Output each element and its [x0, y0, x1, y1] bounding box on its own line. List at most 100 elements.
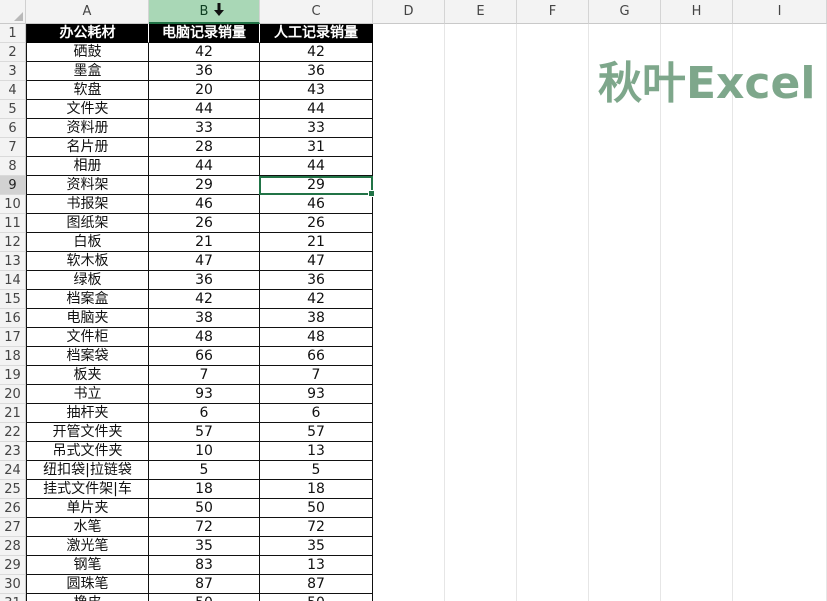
table-cell[interactable]: 绿板: [26, 271, 149, 290]
table-cell[interactable]: 硒鼓: [26, 43, 149, 62]
table-cell[interactable]: 28: [149, 138, 260, 157]
column-header-h[interactable]: H: [661, 0, 733, 24]
row-header-31[interactable]: 31: [0, 594, 26, 601]
table-cell[interactable]: 48: [260, 328, 373, 347]
table-cell[interactable]: 47: [260, 252, 373, 271]
table-cell[interactable]: 44: [149, 100, 260, 119]
table-cell[interactable]: 50: [149, 499, 260, 518]
table-cell[interactable]: 激光笔: [26, 537, 149, 556]
table-cell[interactable]: 5: [149, 461, 260, 480]
column-header-b[interactable]: B: [149, 0, 260, 24]
table-cell[interactable]: 6: [260, 404, 373, 423]
table-cell[interactable]: 57: [149, 423, 260, 442]
select-all-corner[interactable]: [0, 0, 26, 24]
row-header-1[interactable]: 1: [0, 24, 26, 43]
table-cell[interactable]: 软木板: [26, 252, 149, 271]
table-cell[interactable]: 33: [149, 119, 260, 138]
row-header-30[interactable]: 30: [0, 575, 26, 594]
row-header-19[interactable]: 19: [0, 366, 26, 385]
table-cell[interactable]: 26: [260, 214, 373, 233]
table-cell[interactable]: 42: [260, 43, 373, 62]
table-cell[interactable]: 29: [260, 176, 373, 195]
table-cell[interactable]: 21: [149, 233, 260, 252]
table-cell[interactable]: 相册: [26, 157, 149, 176]
table-cell[interactable]: 72: [149, 518, 260, 537]
table-cell[interactable]: 档案袋: [26, 347, 149, 366]
table-cell[interactable]: 7: [149, 366, 260, 385]
table-cell[interactable]: 87: [260, 575, 373, 594]
row-header-16[interactable]: 16: [0, 309, 26, 328]
row-header-21[interactable]: 21: [0, 404, 26, 423]
column-header-c[interactable]: C: [260, 0, 373, 24]
table-cell[interactable]: 42: [260, 290, 373, 309]
table-cell[interactable]: 图纸架: [26, 214, 149, 233]
row-header-29[interactable]: 29: [0, 556, 26, 575]
table-cell[interactable]: 66: [260, 347, 373, 366]
table-cell[interactable]: 33: [260, 119, 373, 138]
table-cell[interactable]: 36: [149, 271, 260, 290]
table-cell[interactable]: 93: [149, 385, 260, 404]
table-cell[interactable]: 档案盒: [26, 290, 149, 309]
column-header-a[interactable]: A: [26, 0, 149, 24]
row-header-11[interactable]: 11: [0, 214, 26, 233]
table-cell[interactable]: 35: [260, 537, 373, 556]
table-header-cell[interactable]: 电脑记录销量: [149, 24, 260, 43]
row-header-8[interactable]: 8: [0, 157, 26, 176]
row-header-2[interactable]: 2: [0, 43, 26, 62]
row-header-26[interactable]: 26: [0, 499, 26, 518]
row-header-20[interactable]: 20: [0, 385, 26, 404]
table-cell[interactable]: 50: [149, 594, 260, 601]
table-cell[interactable]: 名片册: [26, 138, 149, 157]
row-header-22[interactable]: 22: [0, 423, 26, 442]
table-cell[interactable]: 10: [149, 442, 260, 461]
table-cell[interactable]: 圆珠笔: [26, 575, 149, 594]
row-header-18[interactable]: 18: [0, 347, 26, 366]
table-cell[interactable]: 书报架: [26, 195, 149, 214]
table-cell[interactable]: 87: [149, 575, 260, 594]
table-cell[interactable]: 83: [149, 556, 260, 575]
row-header-4[interactable]: 4: [0, 81, 26, 100]
table-cell[interactable]: 50: [260, 499, 373, 518]
row-header-17[interactable]: 17: [0, 328, 26, 347]
table-cell[interactable]: 板夹: [26, 366, 149, 385]
table-cell[interactable]: 36: [149, 62, 260, 81]
table-cell[interactable]: 开管文件夹: [26, 423, 149, 442]
table-cell[interactable]: 5: [260, 461, 373, 480]
table-cell[interactable]: 资料册: [26, 119, 149, 138]
table-cell[interactable]: 47: [149, 252, 260, 271]
table-cell[interactable]: 吊式文件夹: [26, 442, 149, 461]
column-header-i[interactable]: I: [733, 0, 827, 24]
table-cell[interactable]: 钢笔: [26, 556, 149, 575]
table-cell[interactable]: 文件夹: [26, 100, 149, 119]
row-header-6[interactable]: 6: [0, 119, 26, 138]
table-cell[interactable]: 20: [149, 81, 260, 100]
row-header-23[interactable]: 23: [0, 442, 26, 461]
table-cell[interactable]: 18: [149, 480, 260, 499]
table-cell[interactable]: 50: [260, 594, 373, 601]
table-cell[interactable]: 水笔: [26, 518, 149, 537]
table-cell[interactable]: 21: [260, 233, 373, 252]
row-header-10[interactable]: 10: [0, 195, 26, 214]
row-header-15[interactable]: 15: [0, 290, 26, 309]
table-cell[interactable]: 72: [260, 518, 373, 537]
table-cell[interactable]: 38: [149, 309, 260, 328]
table-cell[interactable]: 7: [260, 366, 373, 385]
table-cell[interactable]: 挂式文件架|车: [26, 480, 149, 499]
table-cell[interactable]: 26: [149, 214, 260, 233]
row-header-25[interactable]: 25: [0, 480, 26, 499]
row-header-28[interactable]: 28: [0, 537, 26, 556]
column-header-e[interactable]: E: [445, 0, 517, 24]
table-cell[interactable]: 35: [149, 537, 260, 556]
row-header-13[interactable]: 13: [0, 252, 26, 271]
table-cell[interactable]: 44: [260, 100, 373, 119]
table-cell[interactable]: 36: [260, 271, 373, 290]
table-cell[interactable]: 墨盒: [26, 62, 149, 81]
table-cell[interactable]: 书立: [26, 385, 149, 404]
row-header-7[interactable]: 7: [0, 138, 26, 157]
table-cell[interactable]: 13: [260, 556, 373, 575]
table-cell[interactable]: 46: [260, 195, 373, 214]
table-cell[interactable]: 橡皮: [26, 594, 149, 601]
table-cell[interactable]: 29: [149, 176, 260, 195]
row-header-14[interactable]: 14: [0, 271, 26, 290]
table-cell[interactable]: 电脑夹: [26, 309, 149, 328]
